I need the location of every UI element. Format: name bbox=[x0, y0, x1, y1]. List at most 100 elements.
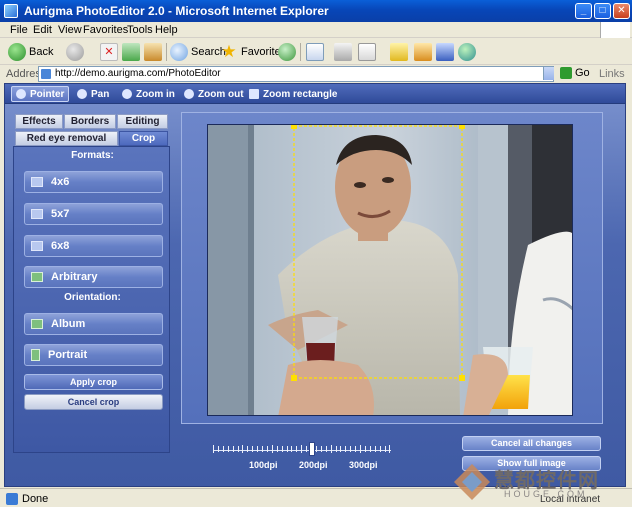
favorites-button[interactable]: ★ Favorites bbox=[220, 42, 286, 62]
zoom-tick bbox=[262, 446, 263, 452]
address-url: http://demo.aurigma.com/PhotoEditor bbox=[55, 68, 221, 79]
discuss-button[interactable] bbox=[390, 42, 408, 62]
title-bar: Aurigma PhotoEditor 2.0 - Microsoft Inte… bbox=[0, 0, 632, 22]
format-arbitrary-button[interactable]: Arbitrary bbox=[24, 266, 163, 288]
crop-panel: Effects Borders Editing Red eye removal … bbox=[13, 112, 170, 456]
cancel-crop-button[interactable]: Cancel crop bbox=[24, 394, 163, 410]
portrait-icon bbox=[31, 349, 40, 361]
messenger-button[interactable] bbox=[436, 42, 454, 62]
orientation-label: Album bbox=[51, 318, 86, 330]
page-icon bbox=[41, 69, 51, 79]
zoom-tick bbox=[266, 446, 268, 452]
stop-button[interactable]: ✕ bbox=[100, 42, 118, 62]
maximize-button[interactable]: □ bbox=[594, 3, 611, 19]
edit-button[interactable] bbox=[358, 42, 376, 62]
apply-crop-button[interactable]: Apply crop bbox=[24, 374, 163, 390]
close-button[interactable]: ✕ bbox=[613, 3, 630, 19]
photo-image bbox=[208, 125, 572, 415]
zoom-tick bbox=[271, 445, 273, 453]
tab-red-eye-removal[interactable]: Red eye removal bbox=[15, 131, 118, 146]
zoom-tick bbox=[315, 446, 317, 452]
orientation-portrait-button[interactable]: Portrait bbox=[24, 344, 163, 366]
zoom-tick bbox=[237, 446, 239, 452]
format-icon bbox=[31, 177, 43, 187]
address-input[interactable]: http://demo.aurigma.com/PhotoEditor bbox=[38, 66, 554, 82]
status-text: Done bbox=[22, 493, 49, 505]
pointer-tool[interactable]: Pointer bbox=[11, 86, 70, 102]
formats-header: Formats: bbox=[71, 150, 114, 161]
history-icon bbox=[278, 43, 296, 61]
format-icon bbox=[31, 241, 43, 251]
zoom-tick bbox=[281, 446, 283, 452]
zoom-tick bbox=[286, 446, 288, 452]
format-4x6-button[interactable]: 4x6 bbox=[24, 171, 163, 193]
discuss-icon bbox=[390, 43, 408, 61]
zoom-tick bbox=[217, 446, 219, 452]
format-icon bbox=[31, 272, 43, 282]
forward-button[interactable] bbox=[66, 42, 84, 62]
zoom-tick bbox=[320, 446, 322, 452]
minimize-button[interactable]: _ bbox=[575, 3, 592, 19]
tab-effects[interactable]: Effects bbox=[15, 114, 63, 129]
zoom-out-tool[interactable]: Zoom out bbox=[180, 86, 248, 102]
zoom-thumb[interactable] bbox=[309, 442, 315, 456]
history-button[interactable] bbox=[278, 42, 296, 62]
photo-editor: Pointer Pan Zoom in Zoom out Zoom rectan… bbox=[4, 83, 626, 487]
tab-editing[interactable]: Editing bbox=[117, 114, 168, 129]
menu-view[interactable]: View bbox=[58, 24, 82, 36]
zoom-tick bbox=[306, 446, 308, 452]
menu-file[interactable]: File bbox=[10, 24, 28, 36]
refresh-button[interactable] bbox=[122, 42, 140, 62]
zoom-label-300: 300dpi bbox=[349, 460, 378, 470]
zoom-rectangle-tool[interactable]: Zoom rectangle bbox=[245, 86, 341, 102]
orientation-album-button[interactable]: Album bbox=[24, 313, 163, 335]
mail-button[interactable] bbox=[306, 42, 324, 62]
zoom-tick bbox=[232, 446, 234, 452]
photo-canvas[interactable] bbox=[207, 124, 573, 416]
tab-borders[interactable]: Borders bbox=[64, 114, 116, 129]
search-button[interactable]: Search bbox=[170, 42, 226, 62]
home-button[interactable] bbox=[144, 42, 162, 62]
zoom-tick bbox=[335, 446, 337, 452]
zoom-tick bbox=[242, 445, 244, 453]
status-done: Done bbox=[6, 493, 48, 505]
page-done-icon bbox=[6, 493, 18, 505]
zoom-tick bbox=[247, 446, 249, 452]
album-icon bbox=[31, 319, 43, 329]
zoom-tick bbox=[325, 446, 327, 452]
zoom-tick bbox=[340, 446, 342, 452]
print-button[interactable] bbox=[334, 42, 352, 62]
window-title: Aurigma PhotoEditor 2.0 - Microsoft Inte… bbox=[24, 4, 329, 18]
menu-favorites[interactable]: Favorites bbox=[83, 24, 128, 36]
zoom-in-tool[interactable]: Zoom in bbox=[118, 86, 179, 102]
contacts-button[interactable] bbox=[458, 42, 476, 62]
forward-arrow-icon bbox=[66, 43, 84, 61]
research-button[interactable] bbox=[414, 42, 432, 62]
links-button[interactable]: Links bbox=[599, 68, 625, 80]
hand-icon bbox=[77, 89, 87, 99]
tab-crop[interactable]: Crop bbox=[119, 131, 168, 146]
zoom-tick bbox=[364, 446, 366, 452]
zoom-tick bbox=[379, 446, 381, 452]
address-bar: Address http://demo.aurigma.com/PhotoEdi… bbox=[0, 66, 632, 82]
zoom-slider[interactable]: 100dpi 200dpi 300dpi bbox=[213, 442, 391, 474]
cancel-all-changes-button[interactable]: Cancel all changes bbox=[462, 436, 601, 451]
zoom-tick bbox=[227, 446, 229, 452]
go-button[interactable]: Go bbox=[560, 67, 590, 79]
zoom-out-icon bbox=[184, 89, 194, 99]
zoom-in-icon bbox=[122, 89, 132, 99]
zoom-tick bbox=[301, 445, 303, 453]
menu-tools[interactable]: Tools bbox=[127, 24, 153, 36]
back-label: Back bbox=[29, 46, 54, 58]
zoom-tick bbox=[389, 445, 391, 453]
back-button[interactable]: Back bbox=[8, 42, 53, 62]
zoom-tick bbox=[345, 446, 347, 452]
pan-tool[interactable]: Pan bbox=[73, 86, 113, 102]
address-dropdown-icon[interactable] bbox=[543, 67, 554, 80]
menu-help[interactable]: Help bbox=[155, 24, 178, 36]
format-5x7-button[interactable]: 5x7 bbox=[24, 203, 163, 225]
windows-logo-icon bbox=[600, 22, 630, 38]
format-6x8-button[interactable]: 6x8 bbox=[24, 235, 163, 257]
toolbar-separator bbox=[300, 43, 301, 61]
menu-edit[interactable]: Edit bbox=[33, 24, 52, 36]
